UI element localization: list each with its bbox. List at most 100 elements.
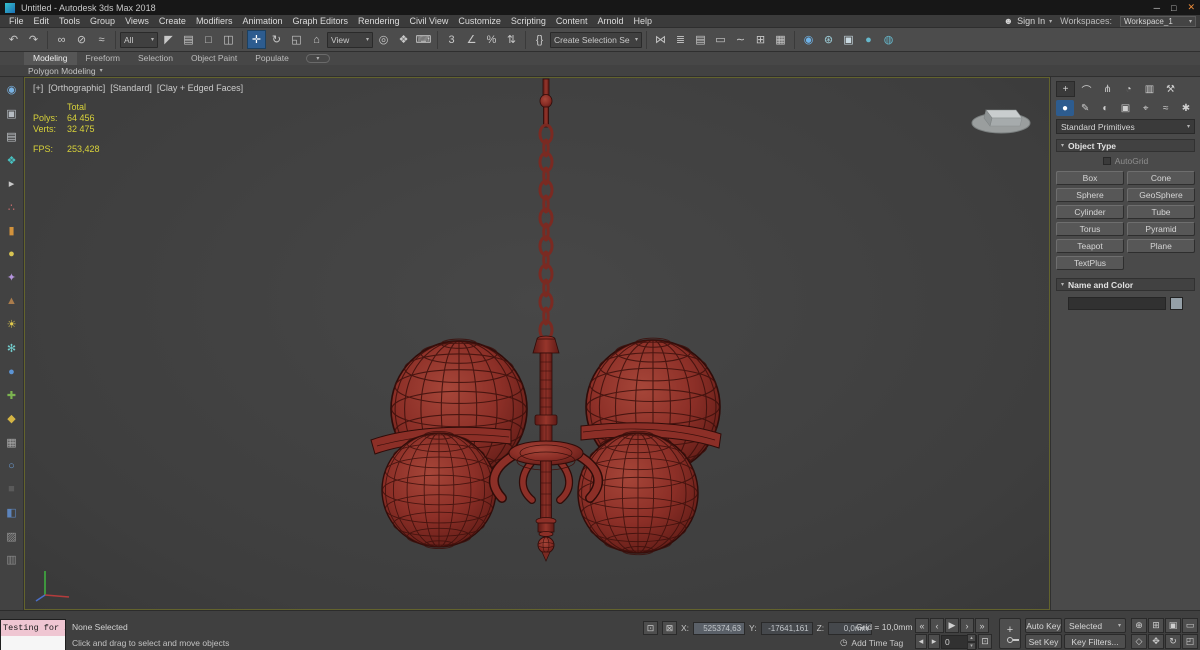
redo-icon[interactable]: ↷ <box>24 30 43 49</box>
scene-explorer-icon[interactable]: ▦ <box>771 30 790 49</box>
select-link-icon[interactable]: ∞ <box>52 30 71 49</box>
notes-icon[interactable]: ▤ <box>4 129 20 144</box>
next-frame-button[interactable]: › <box>960 618 974 633</box>
tab-modeling[interactable]: Modeling <box>24 52 77 65</box>
viewcube[interactable] <box>965 92 1037 144</box>
layer-explorer-icon[interactable]: ▤ <box>691 30 710 49</box>
maximize-viewport-icon[interactable]: ◰ <box>1182 634 1198 649</box>
particles-icon[interactable]: ∴ <box>4 200 20 215</box>
add-time-tag[interactable]: ◷ Add Time Tag <box>840 637 903 648</box>
spinner-arrows-icon[interactable]: ▴ ▾ <box>967 633 976 650</box>
menu-item[interactable]: Rendering <box>353 15 405 28</box>
menu-item[interactable]: Graph Editors <box>287 15 353 28</box>
render-production-icon[interactable]: ● <box>859 30 878 49</box>
spinner-snap-icon[interactable]: ⇅ <box>502 30 521 49</box>
viewport-general-menu[interactable]: [+] <box>33 83 43 93</box>
key-filters-button[interactable]: Key Filters... <box>1064 634 1126 649</box>
menu-item[interactable]: Animation <box>237 15 287 28</box>
primitive-category-dropdown[interactable]: Standard Primitives ▾ <box>1056 119 1195 134</box>
menu-item[interactable]: Group <box>85 15 120 28</box>
sign-in-button[interactable]: ☻ Sign In ▾ <box>1004 16 1053 26</box>
frame-back-button[interactable]: ◂ <box>915 634 927 649</box>
material-editor-icon[interactable]: ◉ <box>799 30 818 49</box>
select-move-icon[interactable]: ✛ <box>247 30 266 49</box>
helpers-category-icon[interactable]: ⌖ <box>1137 100 1155 116</box>
object-color-swatch[interactable] <box>1170 297 1183 310</box>
maxscript-mini-listener[interactable]: Testing for i <box>0 619 66 650</box>
key-mode-dropdown[interactable]: Selected ▾ <box>1064 618 1126 633</box>
box-icon[interactable]: ▥ <box>4 552 20 567</box>
window-crossing-icon[interactable]: ◫ <box>219 30 238 49</box>
geometry-category-icon[interactable]: ● <box>1056 100 1075 116</box>
curve-editor-icon[interactable]: ∼ <box>731 30 750 49</box>
workspace-dropdown[interactable]: Workspace_1 ▾ <box>1120 15 1196 27</box>
zoom-region-icon[interactable]: ▭ <box>1182 618 1198 633</box>
menu-item[interactable]: Modifiers <box>191 15 238 28</box>
motion-tab-icon[interactable]: ◔ <box>1119 81 1138 97</box>
edit-named-sets-icon[interactable]: {} <box>530 30 549 49</box>
menu-item[interactable]: Civil View <box>405 15 454 28</box>
display-tab-icon[interactable]: ▥ <box>1140 81 1159 97</box>
viewport[interactable]: [+] [Orthographic] [Standard] [Clay + Ed… <box>24 77 1050 610</box>
shapes-category-icon[interactable]: ✎ <box>1076 100 1094 116</box>
menu-item[interactable]: File <box>4 15 29 28</box>
polygon-modeling-panel[interactable]: Polygon Modeling ▾ <box>0 66 103 76</box>
geosphere-button[interactable]: GeoSphere <box>1127 188 1195 202</box>
rendered-frame-icon[interactable]: ▣ <box>839 30 858 49</box>
select-place-icon[interactable]: ⌂ <box>307 30 326 49</box>
ring-icon[interactable]: ○ <box>4 458 20 473</box>
zoom-icon[interactable]: ⊕ <box>1131 618 1147 633</box>
image-icon[interactable]: ▣ <box>4 106 20 121</box>
undo-icon[interactable]: ↶ <box>4 30 23 49</box>
bind-spacewarp-icon[interactable]: ≈ <box>92 30 111 49</box>
zoom-extents-icon[interactable]: ▣ <box>1165 618 1181 633</box>
ribbon-minimize-button[interactable]: ▾ <box>305 54 330 63</box>
use-pivot-center-icon[interactable]: ◎ <box>374 30 393 49</box>
star-icon[interactable]: ✦ <box>4 270 20 285</box>
y-coordinate-field[interactable]: -17641,161 <box>760 621 813 635</box>
angle-snap-icon[interactable]: ∠ <box>462 30 481 49</box>
object-type-rollout[interactable]: ▾ Object Type <box>1056 139 1195 152</box>
menu-item[interactable]: Scripting <box>506 15 551 28</box>
tab-selection[interactable]: Selection <box>129 52 182 65</box>
plane-button[interactable]: Plane <box>1127 239 1195 253</box>
menu-item[interactable]: Tools <box>54 15 85 28</box>
teapot-button[interactable]: Teapot <box>1056 239 1124 253</box>
cube-icon[interactable]: ◧ <box>4 505 20 520</box>
sphere-button[interactable]: Sphere <box>1056 188 1124 202</box>
macro-recorder-line[interactable]: Testing for i <box>1 620 65 636</box>
previous-frame-button[interactable]: ‹ <box>930 618 944 633</box>
palette-icon[interactable]: ❖ <box>4 153 20 168</box>
menu-item[interactable]: Edit <box>29 15 55 28</box>
torus-button[interactable]: Torus <box>1056 222 1124 236</box>
render-iterative-icon[interactable]: ◍ <box>879 30 898 49</box>
select-scale-icon[interactable]: ◱ <box>287 30 306 49</box>
menu-item[interactable]: Customize <box>453 15 506 28</box>
selection-lock-icon[interactable]: ⊠ <box>662 621 677 635</box>
close-button[interactable]: ✕ <box>1187 2 1195 13</box>
modify-tab-icon[interactable]: ⌒ <box>1077 81 1096 97</box>
viewport-standard-menu[interactable]: [Standard] <box>110 83 152 93</box>
create-tab-icon[interactable]: + <box>1056 81 1075 97</box>
app-logo-icon[interactable] <box>5 2 15 13</box>
tab-freeform[interactable]: Freeform <box>77 52 129 65</box>
tab-object-paint[interactable]: Object Paint <box>182 52 246 65</box>
viewport-config-icon[interactable]: ◉ <box>4 82 20 97</box>
name-color-rollout[interactable]: ▾ Name and Color <box>1056 278 1195 291</box>
named-selection-dropdown[interactable]: Create Selection Se ▾ <box>550 31 642 48</box>
fov-icon[interactable]: ◇ <box>1131 634 1147 649</box>
play-button[interactable]: ▶ <box>945 618 959 633</box>
cone-icon[interactable]: ▲ <box>4 294 20 309</box>
gem-icon[interactable]: ◆ <box>4 411 20 426</box>
keyboard-override-icon[interactable]: ⌨ <box>414 30 433 49</box>
utilities-tab-icon[interactable]: ⚒ <box>1161 81 1180 97</box>
spacewarps-category-icon[interactable]: ≈ <box>1157 100 1175 116</box>
render-setup-icon[interactable]: ⊛ <box>819 30 838 49</box>
tab-populate[interactable]: Populate <box>246 52 298 65</box>
tube-button[interactable]: Tube <box>1127 205 1195 219</box>
minimize-button[interactable]: ─ <box>1154 3 1160 13</box>
hierarchy-tab-icon[interactable]: ⋔ <box>1098 81 1117 97</box>
menu-item[interactable]: Content <box>551 15 593 28</box>
cylinder-icon[interactable]: ▮ <box>4 223 20 238</box>
systems-category-icon[interactable]: ✱ <box>1177 100 1195 116</box>
